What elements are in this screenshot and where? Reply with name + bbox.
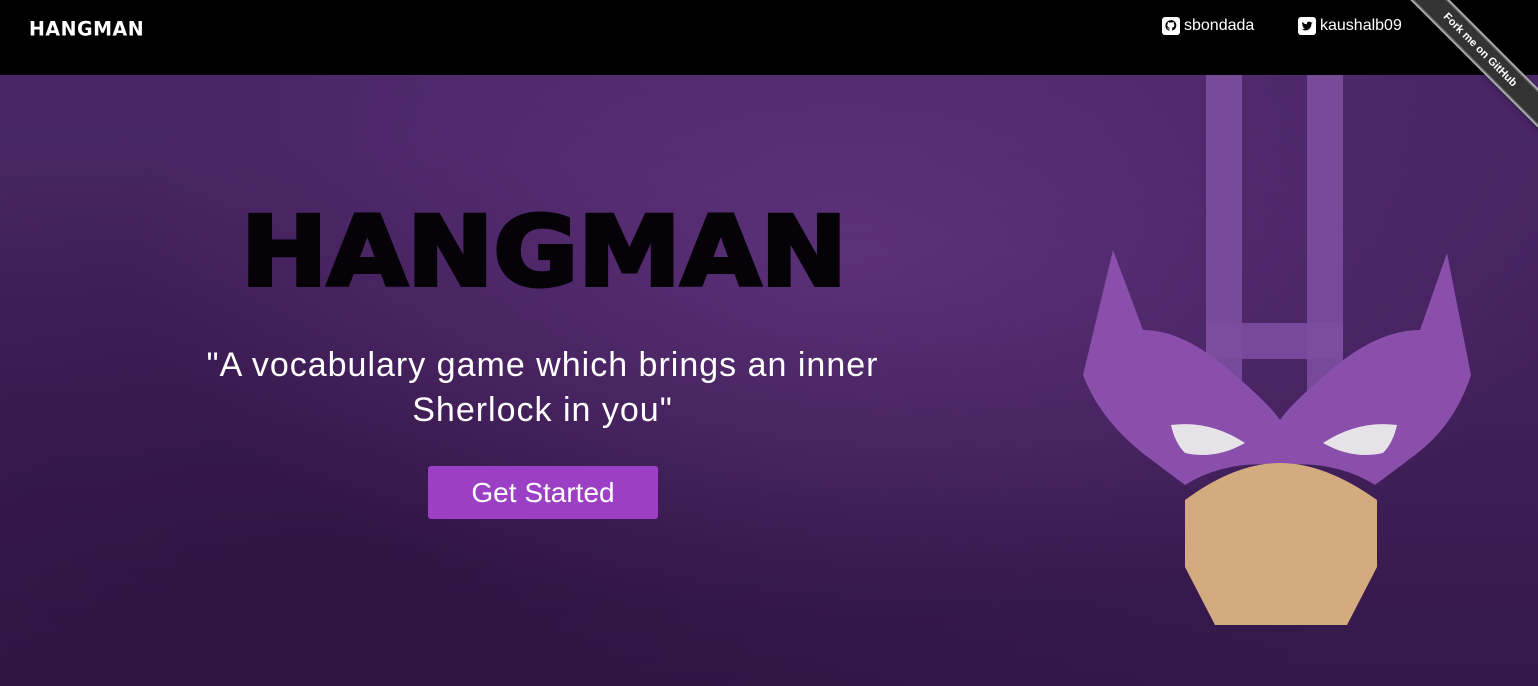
hero-title: HANGMAN — [239, 194, 849, 293]
github-user-label: sbondada — [1184, 17, 1255, 34]
twitter-icon — [1298, 17, 1316, 35]
twitter-user-link[interactable]: kaushalb09 — [1298, 15, 1402, 37]
github-icon — [1162, 17, 1180, 35]
fork-ribbon-container: Fork me on GitHub — [1388, 0, 1538, 150]
hawkeye-mask-illustration — [1083, 75, 1471, 625]
tagline: "A vocabulary game which brings an inner… — [206, 346, 879, 429]
hero-section: HANGMAN "A vocabulary game which brings … — [0, 75, 1538, 686]
fork-on-github-ribbon[interactable]: Fork me on GitHub — [1400, 0, 1538, 130]
navbar: HANGMAN sbondada kaushalb09 — [0, 0, 1538, 75]
get-started-button[interactable]: Get Started — [428, 466, 658, 519]
github-user-link[interactable]: sbondada — [1162, 15, 1254, 37]
hero-title-text: HANGMAN — [241, 196, 847, 293]
brand-logo[interactable]: HANGMAN — [29, 17, 144, 40]
